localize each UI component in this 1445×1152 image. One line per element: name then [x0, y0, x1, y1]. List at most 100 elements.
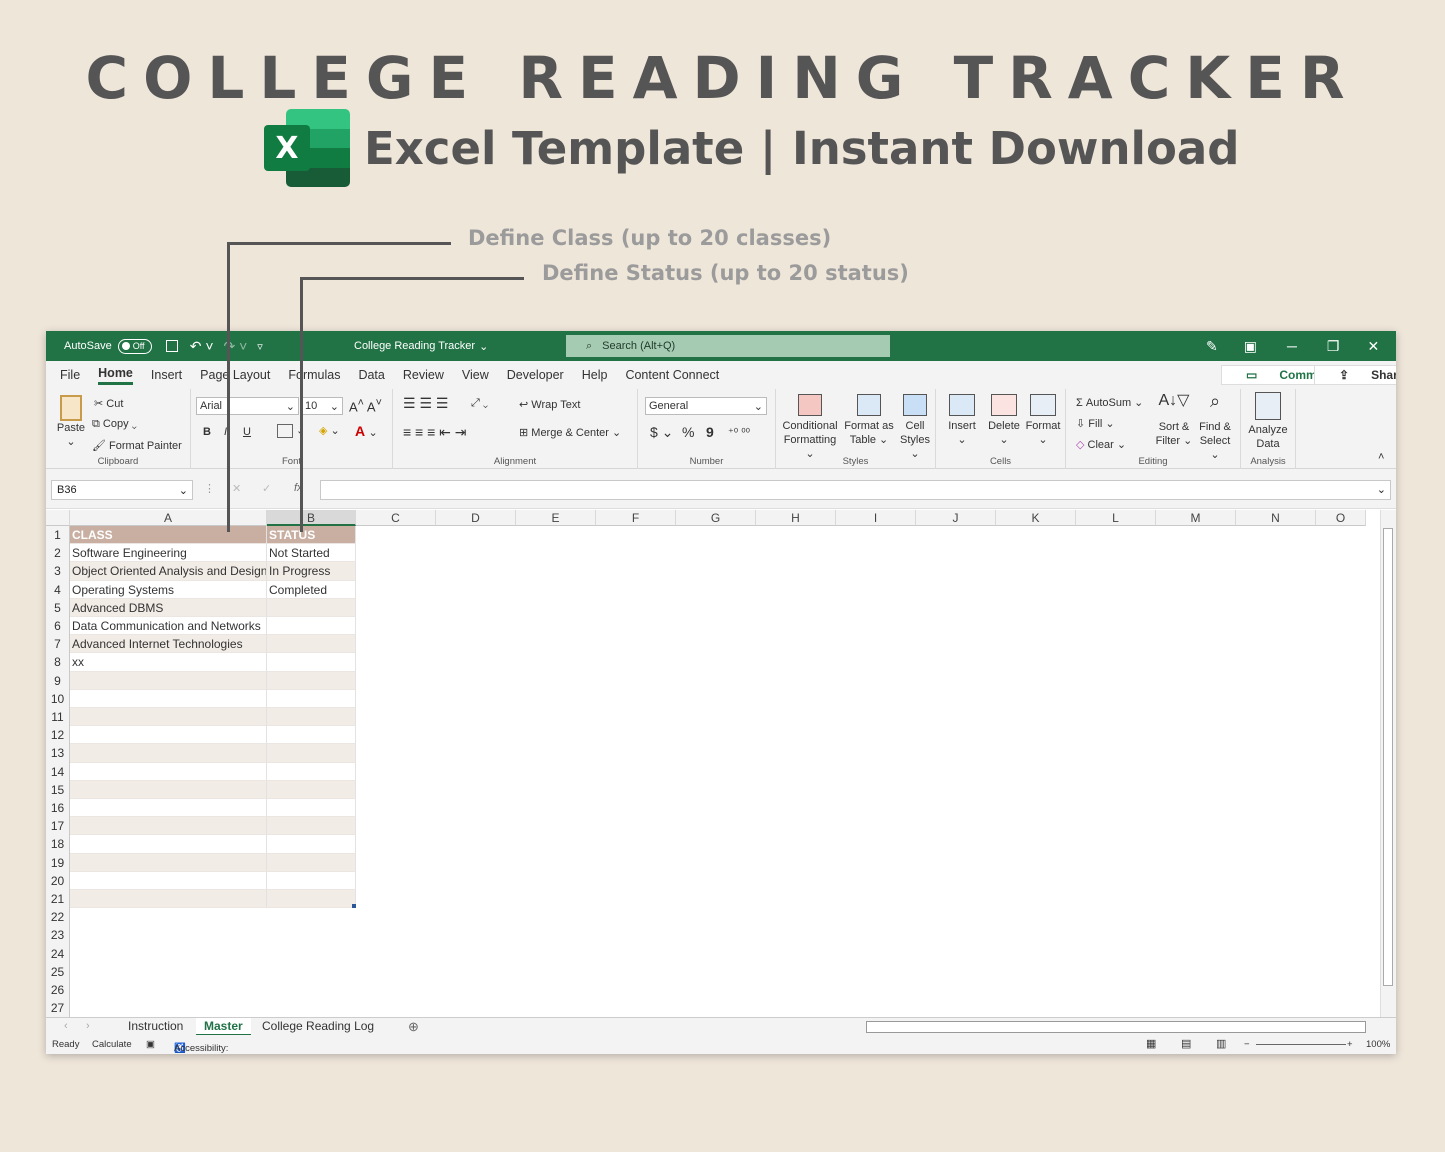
restore-icon[interactable]: ❐ [1327, 338, 1340, 355]
row-header-7[interactable]: 7 [46, 635, 70, 654]
class-cell[interactable] [70, 708, 267, 727]
conditional-formatting-button[interactable]: Conditional Formatting ⌄ [780, 394, 840, 461]
scroll-tabs-left-icon[interactable]: ‹ [64, 1020, 68, 1032]
class-cell[interactable] [70, 762, 267, 781]
currency-button[interactable]: $ ⌄ [650, 424, 673, 441]
add-sheet-icon[interactable]: ⊕ [408, 1019, 419, 1035]
column-header-a[interactable]: A [70, 510, 267, 526]
orientation-icon[interactable]: ⤢ ⌄ [471, 397, 488, 410]
row-header-20[interactable]: 20 [46, 871, 70, 890]
menu-review[interactable]: Review [403, 368, 444, 382]
row-header-21[interactable]: 21 [46, 890, 70, 909]
ribbon-display-icon[interactable]: ▣ [1244, 338, 1257, 355]
analyze-data-button[interactable]: Analyze Data [1245, 392, 1291, 451]
autosum-button[interactable]: Σ AutoSum ⌄ [1076, 396, 1143, 409]
status-cell[interactable] [267, 853, 356, 872]
menu-file[interactable]: File [60, 368, 80, 382]
tab-college-reading-log[interactable]: College Reading Log [254, 1018, 382, 1036]
row-header-9[interactable]: 9 [46, 671, 70, 690]
horizontal-scrollbar[interactable] [866, 1021, 1366, 1033]
header-cell-status[interactable]: STATUS [267, 526, 356, 545]
status-cell[interactable] [267, 671, 356, 690]
normal-view-icon[interactable]: ▦ [1146, 1037, 1156, 1050]
status-cell[interactable] [267, 617, 356, 636]
status-cell[interactable] [267, 708, 356, 727]
menu-home[interactable]: Home [98, 366, 133, 385]
column-header-i[interactable]: I [836, 510, 916, 526]
menu-help[interactable]: Help [582, 368, 608, 382]
status-cell[interactable] [267, 780, 356, 799]
column-header-d[interactable]: D [436, 510, 516, 526]
class-cell[interactable]: Software Engineering [70, 544, 267, 563]
pen-icon[interactable]: ✎ [1206, 338, 1218, 355]
menu-data[interactable]: Data [358, 368, 384, 382]
status-cell[interactable] [267, 890, 356, 909]
row-header-26[interactable]: 26 [46, 981, 70, 1000]
menu-insert[interactable]: Insert [151, 368, 182, 382]
row-header-3[interactable]: 3 [46, 562, 70, 581]
zoom-out-icon[interactable]: − [1244, 1039, 1250, 1050]
row-header-27[interactable]: 27 [46, 999, 70, 1017]
class-cell[interactable] [70, 744, 267, 763]
row-header-5[interactable]: 5 [46, 598, 70, 617]
page-layout-view-icon[interactable]: ▤ [1181, 1037, 1191, 1050]
cut-button[interactable]: ✂ Cut [94, 397, 123, 410]
column-header-c[interactable]: C [356, 510, 436, 526]
name-box[interactable]: B36 ⌄ [51, 480, 193, 500]
autosave-toggle[interactable]: Off [117, 338, 152, 354]
share-button[interactable]: ⇪Share⌄ [1314, 365, 1396, 385]
zoom-level[interactable]: 100% [1366, 1039, 1390, 1050]
row-header-18[interactable]: 18 [46, 835, 70, 854]
status-cell[interactable]: Completed [267, 580, 356, 599]
class-cell[interactable] [70, 799, 267, 818]
column-header-n[interactable]: N [1236, 510, 1316, 526]
status-cell[interactable] [267, 835, 356, 854]
status-cell[interactable]: Not Started [267, 544, 356, 563]
minimize-icon[interactable]: ─ [1287, 338, 1297, 354]
class-cell[interactable] [70, 671, 267, 690]
class-cell[interactable] [70, 689, 267, 708]
menu-view[interactable]: View [462, 368, 489, 382]
clear-button[interactable]: ◇ Clear ⌄ [1076, 438, 1126, 451]
fill-color-icon[interactable]: ◈ ⌄ [319, 424, 340, 437]
undo-icon[interactable]: ↶ ˅ [190, 338, 214, 355]
font-name-select[interactable]: Arial ⌄ [196, 397, 299, 415]
status-cell[interactable] [267, 744, 356, 763]
zoom-slider[interactable] [1256, 1044, 1346, 1045]
font-color-icon[interactable]: A ⌄ [355, 423, 378, 439]
increase-font-icon[interactable]: A˄ A˅ [349, 397, 382, 414]
status-cell[interactable] [267, 799, 356, 818]
row-header-6[interactable]: 6 [46, 617, 70, 636]
scroll-tabs-right-icon[interactable]: › [86, 1020, 90, 1032]
row-header-8[interactable]: 8 [46, 653, 70, 672]
menu-developer[interactable]: Developer [507, 368, 564, 382]
class-cell[interactable] [70, 853, 267, 872]
column-header-e[interactable]: E [516, 510, 596, 526]
row-header-23[interactable]: 23 [46, 926, 70, 945]
close-icon[interactable]: ✕ [1367, 338, 1379, 355]
tab-instruction[interactable]: Instruction [120, 1018, 191, 1036]
delete-cells-button[interactable]: Delete ⌄ [984, 394, 1024, 447]
status-cell[interactable] [267, 871, 356, 890]
menu-page-layout[interactable]: Page Layout [200, 368, 270, 382]
column-header-j[interactable]: J [916, 510, 996, 526]
format-painter-button[interactable]: 🖌 Format Painter [92, 439, 182, 452]
class-cell[interactable] [70, 780, 267, 799]
class-cell[interactable]: Object Oriented Analysis and Design [70, 562, 267, 581]
status-cell[interactable] [267, 653, 356, 672]
row-header-16[interactable]: 16 [46, 799, 70, 818]
copy-button[interactable]: ⧉ Copy ⌄ [92, 418, 137, 431]
status-cell[interactable] [267, 817, 356, 836]
customize-qat-icon[interactable]: ▿ [257, 340, 263, 353]
macro-record-icon[interactable]: ▣ [146, 1039, 155, 1050]
class-cell[interactable] [70, 835, 267, 854]
row-header-25[interactable]: 25 [46, 962, 70, 981]
align-left-icon[interactable]: ≡ ≡ ≡ ⇤ ⇥ [403, 424, 467, 441]
status-cell[interactable] [267, 726, 356, 745]
row-header-19[interactable]: 19 [46, 853, 70, 872]
row-header-22[interactable]: 22 [46, 908, 70, 927]
enter-icon[interactable]: ✓ [262, 482, 271, 495]
format-cells-button[interactable]: Format ⌄ [1022, 394, 1064, 447]
column-header-m[interactable]: M [1156, 510, 1236, 526]
decimal-icon[interactable]: ⁺⁰ ⁰⁰ [728, 426, 750, 439]
